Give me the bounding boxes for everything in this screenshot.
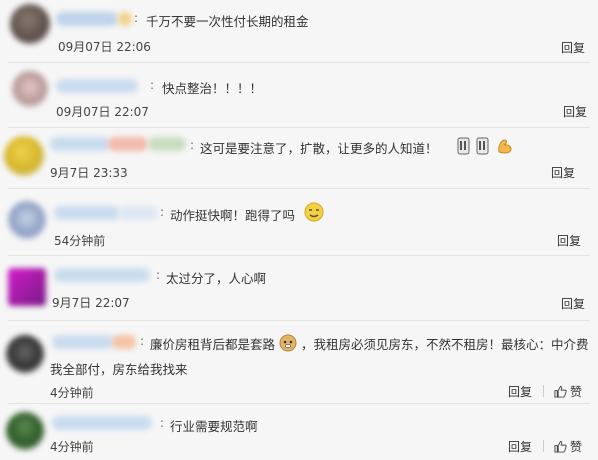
comment-time: 9月7日 22:07 [52, 296, 130, 310]
like-button[interactable]: 赞 [554, 438, 582, 455]
reply-button[interactable]: 回复 [508, 383, 532, 400]
comment-text: 动作挺快啊！跑得了吗 [170, 208, 296, 223]
avatar[interactable] [6, 412, 44, 450]
nickname[interactable] [52, 416, 152, 430]
action-divider [543, 440, 544, 452]
comment-time: 09月07日 22:06 [58, 40, 151, 54]
comment-item: : 太过分了，人心啊 9月7日 22:07 回复 [0, 256, 598, 320]
avatar[interactable] [8, 268, 46, 306]
comment-item: : 廉价房租背后都是套路 ，我租房必须见房东，不然不租房！最核心：中介费 我全部… [0, 321, 598, 403]
thumbs-up-icon [554, 385, 567, 398]
comment-item: : 快点整治！！！！ 09月07日 22:07 回复 [0, 63, 598, 127]
avatar[interactable] [6, 335, 44, 373]
reply-button[interactable]: 回复 [561, 39, 585, 56]
nickname-badge [118, 12, 132, 26]
comment-item: : 这可是要注意了，扩散，让更多的人知道！ 9月7日 23:33 回复 [0, 128, 598, 188]
reply-button[interactable]: 回复 [563, 103, 587, 120]
reply-button[interactable]: 回复 [557, 232, 581, 249]
comment-item: : 千万不要一次性付长期的租金 09月07日 22:06 回复 [0, 0, 598, 62]
nickname-badge [108, 137, 148, 151]
nickname[interactable] [50, 137, 110, 151]
comment-list: : 千万不要一次性付长期的租金 09月07日 22:06 回复 : 快点整治！！… [0, 0, 598, 460]
reply-button[interactable]: 回复 [561, 295, 585, 312]
like-label: 赞 [570, 385, 583, 399]
comment-item: : 行业需要规范啊 4分钟前 回复 赞 [0, 404, 598, 460]
avatar[interactable] [4, 136, 44, 176]
nickname[interactable] [52, 335, 114, 349]
comment-text: 千万不要一次性付长期的租金 [146, 14, 309, 29]
avatar[interactable] [10, 4, 50, 44]
comment-time: 4分钟前 [50, 440, 94, 454]
comment-time: 9月7日 23:33 [50, 166, 128, 180]
comment-text: 快点整治！！！！ [162, 81, 263, 96]
comment-time: 4分钟前 [50, 386, 94, 400]
emoji-doge [279, 334, 297, 355]
thumbs-up-icon [554, 440, 567, 453]
comment-time: 09月07日 22:07 [56, 105, 149, 119]
comment-text-line2: 我全部付，房东给我找来 [50, 362, 188, 377]
comment-text: 行业需要规范啊 [170, 419, 258, 434]
nickname[interactable] [54, 206, 120, 220]
emoji-candle [455, 136, 495, 160]
comment-text: 这可是要注意了，扩散，让更多的人知道！ [200, 141, 438, 156]
reply-button[interactable]: 回复 [508, 438, 532, 455]
comment-text-part: ，我租房必须见房东，不然不租房！最核心：中介费 [300, 337, 589, 352]
emoji-muscle [495, 136, 515, 160]
like-button[interactable]: 赞 [554, 383, 582, 400]
comment-text: 太过分了，人心啊 [166, 271, 267, 286]
emoji-sweat [304, 202, 324, 226]
nickname-badge [118, 206, 158, 220]
comment-text: 廉价房租背后都是套路 ，我租房必须见房东，不然不租房！最核心：中介费 [150, 334, 589, 355]
avatar[interactable] [12, 71, 48, 107]
action-divider [543, 385, 544, 397]
avatar[interactable] [8, 201, 46, 239]
nickname[interactable] [56, 79, 138, 93]
nickname-badge [112, 335, 136, 349]
like-label: 赞 [570, 440, 583, 454]
reply-button[interactable]: 回复 [551, 164, 575, 181]
nickname[interactable] [54, 268, 150, 282]
comment-time: 54分钟前 [54, 234, 106, 248]
nickname-badge [148, 137, 186, 151]
nickname[interactable] [56, 12, 118, 26]
comment-item: : 动作挺快啊！跑得了吗 54分钟前 回复 [0, 189, 598, 255]
comment-text-part: 廉价房租背后都是套路 [150, 337, 276, 352]
